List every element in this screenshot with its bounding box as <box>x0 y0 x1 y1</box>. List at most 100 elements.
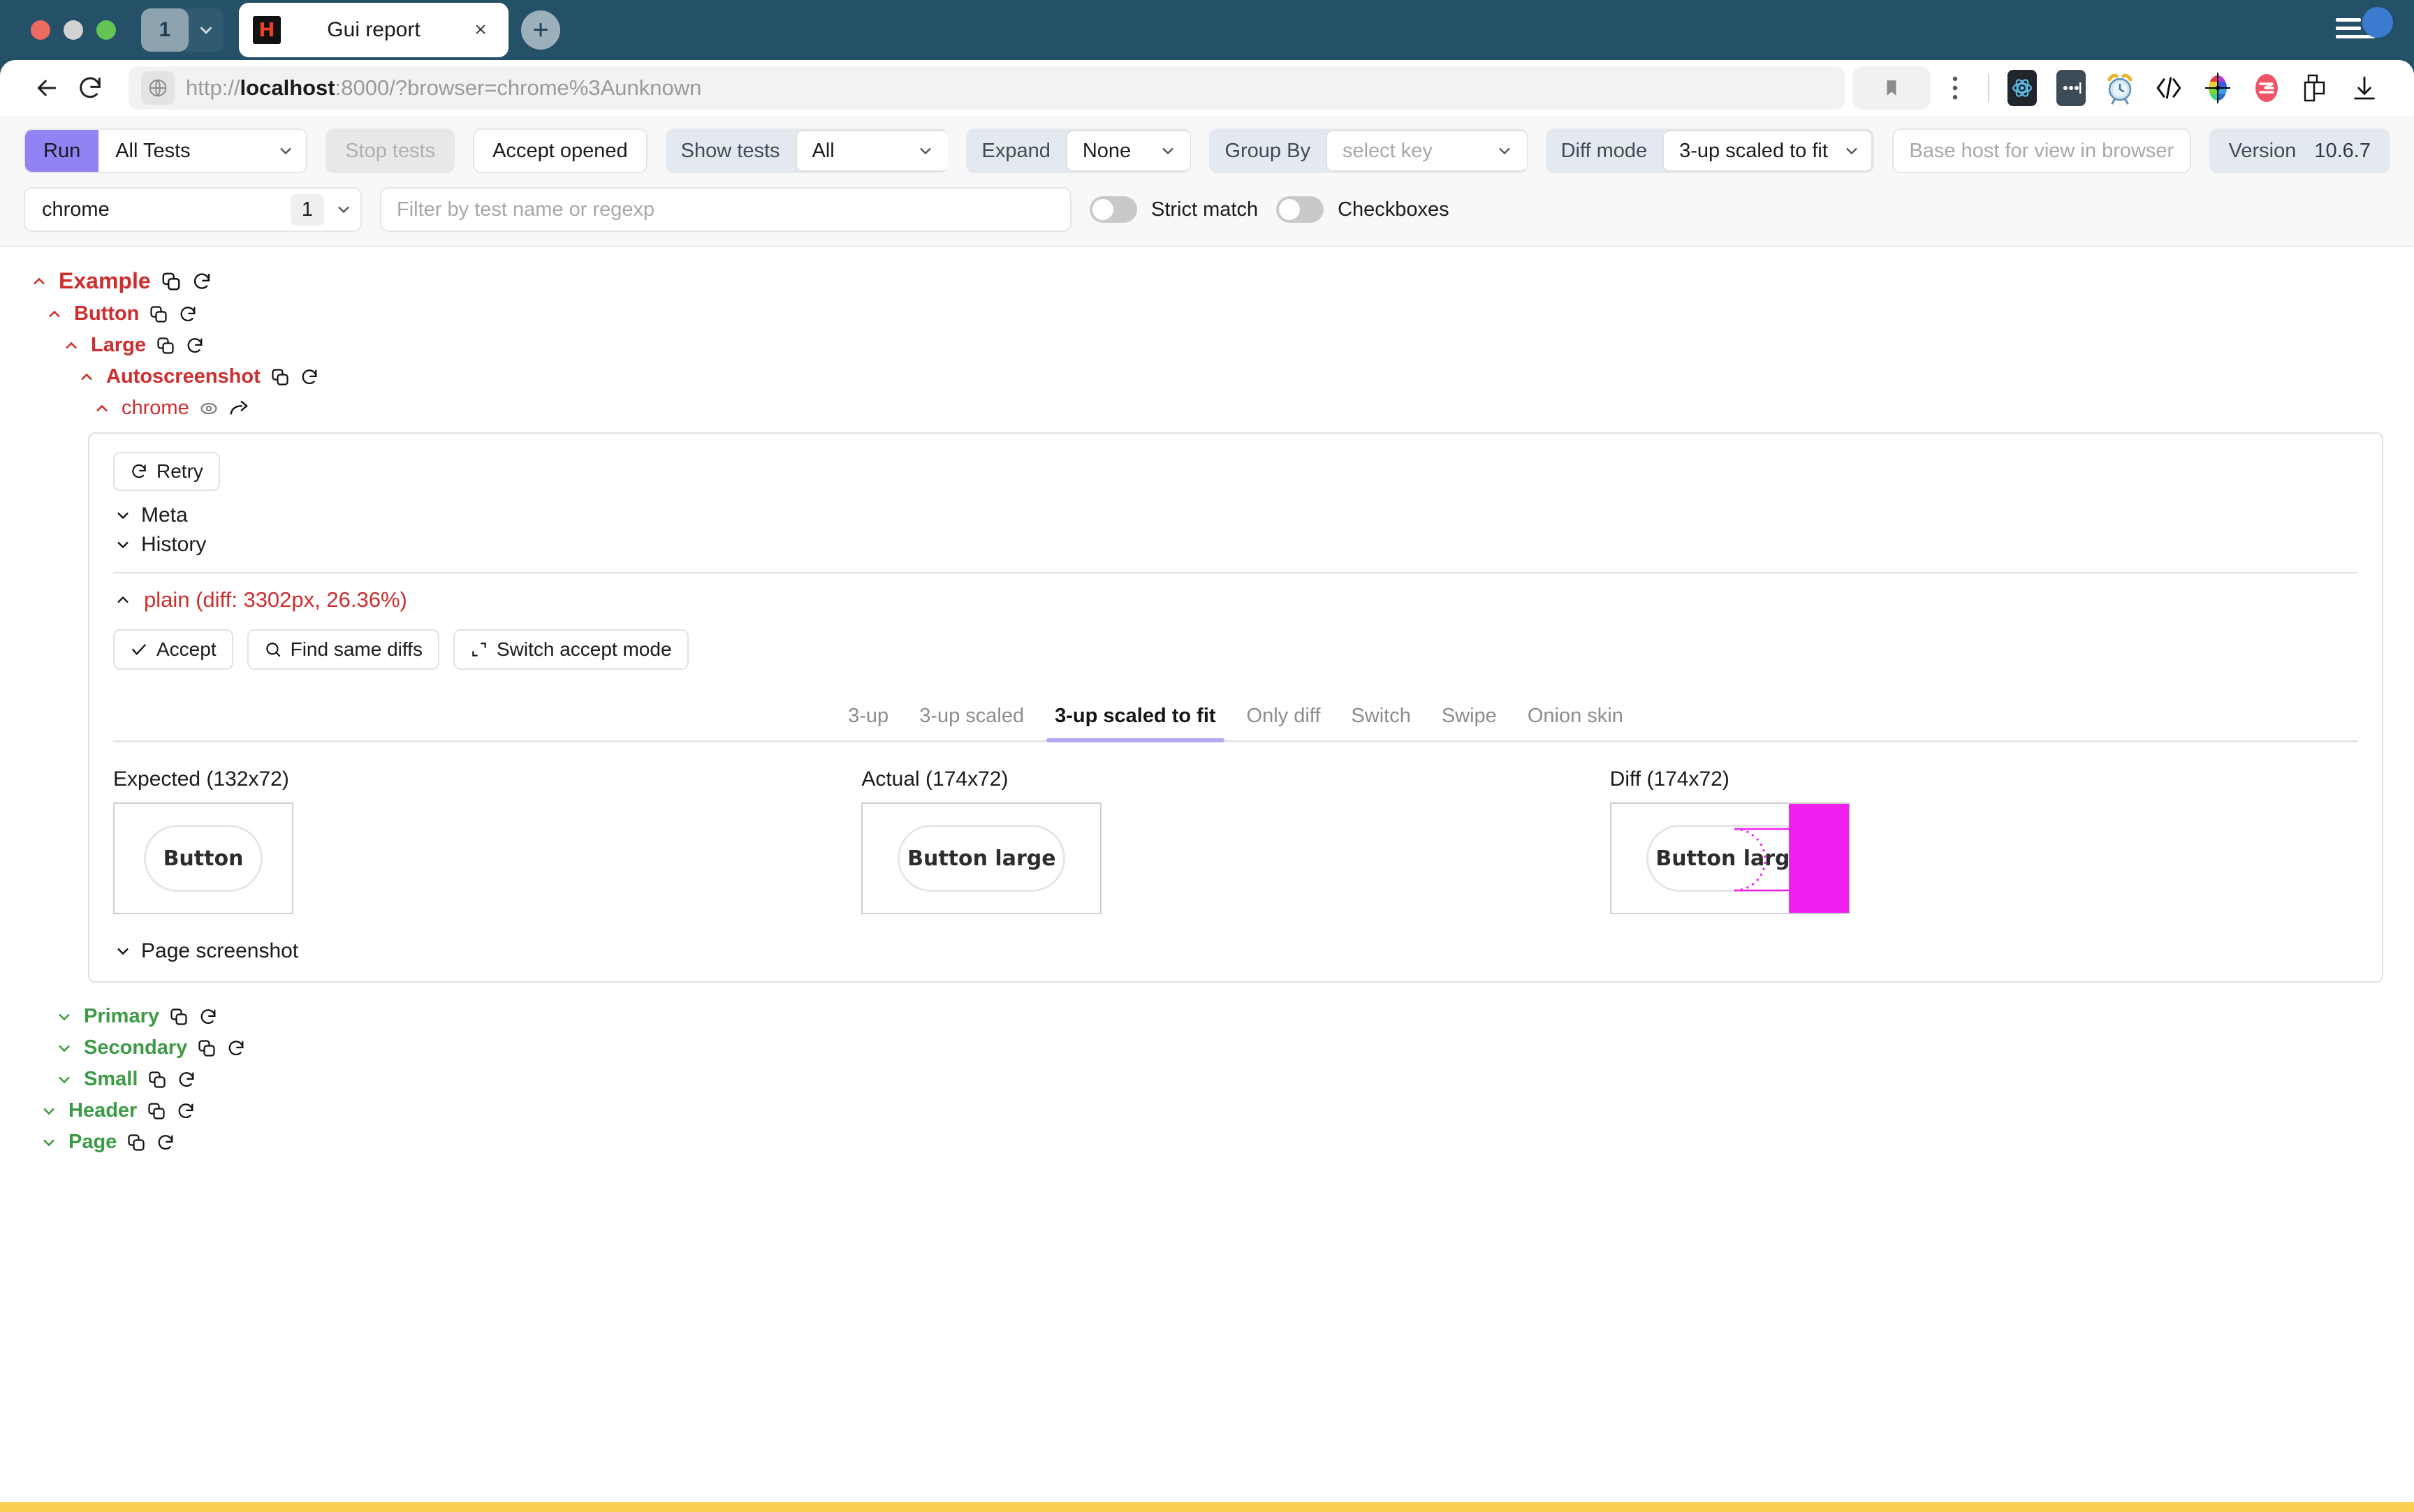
profile-avatar[interactable] <box>2362 7 2393 38</box>
tab-onion-skin[interactable]: Onion skin <box>1512 705 1639 740</box>
tab-3up[interactable]: 3-up <box>833 705 904 740</box>
retry-icon[interactable] <box>178 304 198 324</box>
diff-screenshot[interactable]: Button large <box>1610 802 1850 914</box>
find-same-diffs-button[interactable]: Find same diffs <box>247 629 439 670</box>
chevron-down-icon[interactable] <box>54 1070 74 1089</box>
expand-select[interactable]: None <box>1066 130 1192 172</box>
chevron-up-icon[interactable] <box>29 271 49 292</box>
browser-menu-area[interactable] <box>2336 18 2393 38</box>
diff-mode-control[interactable]: Diff mode 3-up scaled to fit <box>1546 129 1875 173</box>
back-arrow-icon[interactable] <box>25 66 68 110</box>
chevron-up-icon[interactable] <box>45 304 64 324</box>
run-button[interactable]: Run <box>25 130 98 172</box>
expected-screenshot[interactable]: Button <box>113 802 293 914</box>
retry-icon[interactable] <box>177 1070 196 1089</box>
copy-icon[interactable] <box>149 304 168 324</box>
checkboxes-toggle[interactable] <box>1276 196 1324 223</box>
copy-icon[interactable] <box>147 1101 166 1121</box>
tree-node-button[interactable]: Button <box>0 298 2414 330</box>
chevron-up-icon[interactable] <box>92 399 112 418</box>
strict-match-toggle-group[interactable]: Strict match <box>1090 196 1258 223</box>
retry-button[interactable]: Retry <box>113 452 220 491</box>
retry-icon[interactable] <box>300 367 319 387</box>
accept-button[interactable]: Accept <box>113 629 233 670</box>
group-by-select[interactable]: select key <box>1326 130 1528 172</box>
diff-mode-select[interactable]: 3-up scaled to fit <box>1662 130 1873 172</box>
minimize-window-button[interactable] <box>64 20 83 40</box>
tab-3up-scaled[interactable]: 3-up scaled <box>904 705 1039 740</box>
test-filter-input[interactable]: Filter by test name or regexp <box>380 187 1071 232</box>
color-wheel-extension-icon[interactable] <box>2193 66 2242 110</box>
tree-node-autoscreenshot[interactable]: Autoscreenshot <box>0 361 2414 392</box>
run-control[interactable]: Run All Tests <box>24 129 307 173</box>
assertion-toggle[interactable]: plain (diff: 3302px, 26.36%) <box>113 587 2358 612</box>
url-input[interactable]: http://localhost:8000/?browser=chrome%3A… <box>129 66 1845 110</box>
retry-icon[interactable] <box>176 1101 196 1121</box>
close-window-button[interactable] <box>31 20 50 40</box>
react-extension-icon[interactable] <box>1998 66 2047 110</box>
copy-icon[interactable] <box>156 336 175 355</box>
maximize-window-button[interactable] <box>96 20 116 40</box>
meta-section-toggle[interactable]: Meta <box>113 504 2358 527</box>
retry-icon[interactable] <box>191 271 212 292</box>
download-icon[interactable] <box>2340 66 2389 110</box>
new-tab-button[interactable]: + <box>521 10 560 50</box>
tab-switch[interactable]: Switch <box>1336 705 1426 740</box>
copy-icon[interactable] <box>169 1007 189 1027</box>
history-section-toggle[interactable]: History <box>113 533 2358 557</box>
dots-extension-icon[interactable] <box>2047 66 2095 110</box>
bookmark-icon[interactable] <box>1852 66 1931 110</box>
space-number-badge[interactable]: 1 <box>141 8 189 52</box>
chevron-up-icon[interactable] <box>77 367 96 387</box>
chevron-down-icon[interactable] <box>189 8 224 52</box>
strict-match-toggle[interactable] <box>1090 196 1137 223</box>
copy-icon[interactable] <box>197 1038 217 1058</box>
retry-icon[interactable] <box>185 336 205 355</box>
group-by-control[interactable]: Group By select key <box>1209 129 1527 173</box>
tree-node-secondary[interactable]: Secondary <box>0 1032 2414 1064</box>
tree-node-chrome[interactable]: chrome <box>0 392 2414 424</box>
copy-icon[interactable] <box>126 1133 146 1152</box>
tree-node-large[interactable]: Large <box>0 330 2414 361</box>
share-icon[interactable] <box>228 398 249 419</box>
tree-node-page[interactable]: Page <box>0 1126 2414 1158</box>
run-scope-select[interactable]: All Tests <box>98 130 307 172</box>
code-extension-icon[interactable] <box>2144 66 2193 110</box>
show-tests-select[interactable]: All <box>796 130 949 172</box>
show-tests-control[interactable]: Show tests All <box>666 129 949 173</box>
browser-tab[interactable]: H Gui report × <box>239 3 509 57</box>
retry-icon[interactable] <box>156 1133 175 1152</box>
tab-only-diff[interactable]: Only diff <box>1231 705 1336 740</box>
eye-icon[interactable] <box>199 399 219 418</box>
stop-tests-button[interactable]: Stop tests <box>325 129 455 173</box>
close-tab-icon[interactable]: × <box>467 16 495 44</box>
tab-3up-scaled-to-fit[interactable]: 3-up scaled to fit <box>1039 705 1231 740</box>
chevron-up-icon[interactable] <box>61 336 81 355</box>
window-controls[interactable] <box>31 20 116 40</box>
copy-icon[interactable] <box>270 367 290 387</box>
copy-icon[interactable] <box>147 1070 167 1089</box>
chevron-down-icon[interactable] <box>54 1038 74 1058</box>
retry-icon[interactable] <box>226 1038 246 1058</box>
checkboxes-toggle-group[interactable]: Checkboxes <box>1276 196 1449 223</box>
accept-opened-button[interactable]: Accept opened <box>473 129 647 173</box>
page-screenshot-toggle[interactable]: Page screenshot <box>113 939 2358 963</box>
chevron-down-icon[interactable] <box>54 1007 74 1027</box>
reload-icon[interactable] <box>68 66 112 110</box>
switch-accept-mode-button[interactable]: Switch accept mode <box>453 629 689 670</box>
chevron-down-icon[interactable] <box>39 1133 59 1152</box>
chevron-down-icon[interactable] <box>39 1101 59 1121</box>
browser-filter-select[interactable]: chrome 1 <box>24 187 362 232</box>
space-switcher[interactable]: 1 <box>141 8 224 52</box>
copy-icon[interactable] <box>161 271 182 292</box>
actual-screenshot[interactable]: Button large <box>861 802 1102 914</box>
red-oval-extension-icon[interactable] <box>2242 66 2291 110</box>
retry-icon[interactable] <box>198 1007 218 1027</box>
tab-swipe[interactable]: Swipe <box>1426 705 1512 740</box>
tree-node-primary[interactable]: Primary <box>0 1001 2414 1032</box>
base-host-input[interactable]: Base host for view in browser <box>1892 129 2190 173</box>
tree-node-small[interactable]: Small <box>0 1064 2414 1095</box>
tab-group-icon[interactable] <box>2291 66 2340 110</box>
expand-control[interactable]: Expand None <box>966 129 1191 173</box>
kebab-menu-icon[interactable] <box>1931 66 1980 110</box>
